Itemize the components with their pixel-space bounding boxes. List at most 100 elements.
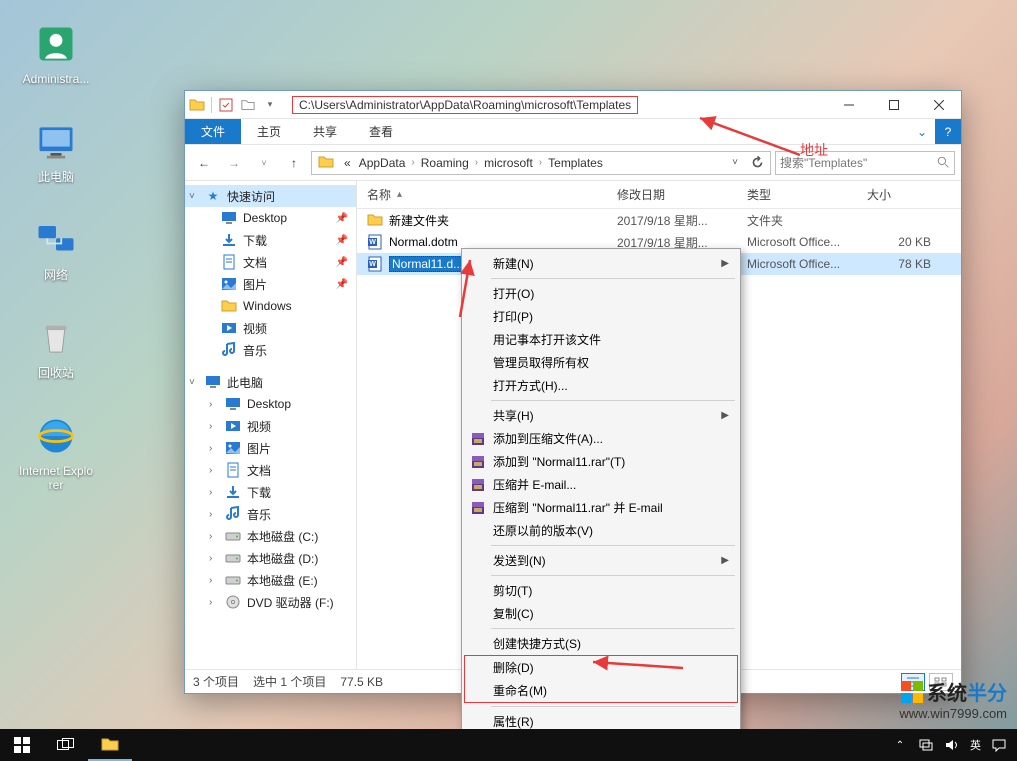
menu-item[interactable]: 还原以前的版本(V) (465, 519, 737, 542)
address-dropdown[interactable]: ˅ (724, 152, 746, 174)
forward-button[interactable]: → (221, 150, 247, 176)
tab-home[interactable]: 主页 (241, 119, 297, 144)
nav-item[interactable]: Windows (185, 295, 356, 317)
tray-volume-icon[interactable] (944, 737, 960, 753)
back-button[interactable]: ← (191, 150, 217, 176)
crumb-item[interactable]: Roaming (417, 156, 473, 170)
properties-icon[interactable] (218, 97, 234, 113)
word-icon: W (367, 234, 383, 250)
crumb-item[interactable]: microsoft (480, 156, 537, 170)
menu-item[interactable]: 删除(D) (465, 656, 737, 679)
nav-item[interactable]: ›本地磁盘 (E:) (185, 569, 356, 591)
nav-item[interactable]: ›本地磁盘 (C:) (185, 525, 356, 547)
new-folder-icon[interactable] (240, 97, 256, 113)
tray-chevron-up-icon[interactable]: ⌃ (892, 737, 908, 753)
menu-item[interactable]: 添加到 "Normal11.rar"(T) (465, 450, 737, 473)
desktop-icon-recycle[interactable]: 回收站 (18, 314, 94, 380)
task-explorer[interactable] (88, 729, 132, 761)
column-date[interactable]: 修改日期 (607, 186, 737, 203)
refresh-button[interactable] (746, 152, 768, 174)
navigation-bar: ← → ˅ ↑ « AppData› Roaming› microsoft› T… (185, 145, 961, 181)
close-button[interactable] (916, 91, 961, 119)
nav-item[interactable]: ›文档 (185, 459, 356, 481)
menu-item[interactable]: 打开(O) (465, 282, 737, 305)
crumb-lead[interactable]: « (340, 156, 355, 170)
task-view-button[interactable] (44, 729, 88, 761)
menu-item[interactable]: 用记事本打开该文件 (465, 328, 737, 351)
navigation-pane: ˅ ★ 快速访问 Desktop📌下载📌文档📌图片📌Windows视频音乐 ˅ … (185, 181, 357, 669)
file-size: 78 KB (857, 257, 961, 271)
maximize-button[interactable] (871, 91, 916, 119)
desktop-icon (221, 210, 237, 226)
menu-item[interactable]: 压缩到 "Normal11.rar" 并 E-mail (465, 496, 737, 519)
menu-item[interactable]: 重命名(M) (465, 679, 737, 702)
menu-item[interactable]: 剪切(T) (465, 579, 737, 602)
menu-item[interactable]: 压缩并 E-mail... (465, 473, 737, 496)
nav-label: 下载 (247, 484, 271, 501)
menu-item[interactable]: 复制(C) (465, 602, 737, 625)
tab-share[interactable]: 共享 (297, 119, 353, 144)
menu-item[interactable]: 添加到压缩文件(A)... (465, 427, 737, 450)
menu-item[interactable]: 管理员取得所有权 (465, 351, 737, 374)
desktop-icon-user[interactable]: Administra... (18, 20, 94, 86)
minimize-button[interactable] (826, 91, 871, 119)
help-button[interactable]: ? (935, 119, 961, 144)
quick-access-toolbar: ▾ (185, 97, 282, 113)
menu-item[interactable]: 新建(N)▶ (465, 252, 737, 275)
nav-item[interactable]: ›本地磁盘 (D:) (185, 547, 356, 569)
nav-item[interactable]: 下载📌 (185, 229, 356, 251)
tray-ime-indicator[interactable]: 英 (970, 737, 981, 753)
nav-item[interactable]: Desktop📌 (185, 207, 356, 229)
pin-icon: 📌 (336, 235, 348, 246)
crumb-item[interactable]: AppData (355, 156, 410, 170)
recent-dropdown[interactable]: ˅ (251, 150, 277, 176)
menu-item-label: 添加到压缩文件(A)... (493, 430, 603, 447)
tab-file[interactable]: 文件 (185, 119, 241, 144)
nav-item[interactable]: 文档📌 (185, 251, 356, 273)
tray-network-icon[interactable] (918, 737, 934, 753)
menu-item[interactable]: 打开方式(H)... (465, 374, 737, 397)
nav-this-pc[interactable]: ˅ 此电脑 (185, 371, 356, 393)
search-input[interactable]: 搜索"Templates" (775, 151, 955, 175)
qat-dropdown-icon[interactable]: ▾ (262, 97, 278, 113)
crumb-item[interactable]: Templates (544, 156, 607, 170)
address-bar[interactable]: « AppData› Roaming› microsoft› Templates… (311, 151, 771, 175)
nav-quick-access[interactable]: ˅ ★ 快速访问 (185, 185, 356, 207)
menu-item-label: 属性(R) (493, 713, 534, 730)
nav-item[interactable]: ›Desktop (185, 393, 356, 415)
desktop-icon-network[interactable]: 网络 (18, 216, 94, 282)
nav-item[interactable]: › 下载 (185, 481, 356, 503)
nav-item[interactable]: 音乐 (185, 339, 356, 361)
ribbon-collapse-button[interactable]: ⌄ (909, 119, 935, 144)
menu-item[interactable]: 共享(H)▶ (465, 404, 737, 427)
menu-item[interactable]: 创建快捷方式(S) (465, 632, 737, 655)
nav-item[interactable]: ›视频 (185, 415, 356, 437)
tray-action-center-icon[interactable] (991, 737, 1007, 753)
chevron-down-icon: ˅ (189, 377, 199, 388)
folder-icon (318, 154, 336, 172)
nav-item[interactable]: ›图片 (185, 437, 356, 459)
search-icon (937, 156, 950, 169)
nav-item[interactable]: 视频 (185, 317, 356, 339)
chevron-right-icon[interactable]: › (537, 157, 544, 168)
chevron-right-icon[interactable]: › (409, 157, 416, 168)
desktop-icon-ie[interactable]: Internet Explorer (18, 412, 94, 492)
menu-item[interactable]: 发送到(N)▶ (465, 549, 737, 572)
file-type: Microsoft Office... (737, 257, 857, 271)
column-type[interactable]: 类型 (737, 186, 857, 203)
start-button[interactable] (0, 729, 44, 761)
file-row[interactable]: 新建文件夹2017/9/18 星期...文件夹 (357, 209, 961, 231)
chevron-right-icon: › (209, 487, 219, 498)
desktop-icon-pc[interactable]: 此电脑 (18, 118, 94, 184)
tab-view[interactable]: 查看 (353, 119, 409, 144)
chevron-right-icon: › (209, 443, 219, 454)
nav-item[interactable]: ›DVD 驱动器 (F:) (185, 591, 356, 613)
column-name[interactable]: 名称▴ (357, 186, 607, 203)
nav-item[interactable]: ›音乐 (185, 503, 356, 525)
up-button[interactable]: ↑ (281, 150, 307, 176)
highlighted-group: 删除(D)重命名(M) (464, 655, 738, 703)
chevron-right-icon[interactable]: › (473, 157, 480, 168)
column-size[interactable]: 大小 (857, 186, 961, 203)
menu-item[interactable]: 打印(P) (465, 305, 737, 328)
nav-item[interactable]: 图片📌 (185, 273, 356, 295)
